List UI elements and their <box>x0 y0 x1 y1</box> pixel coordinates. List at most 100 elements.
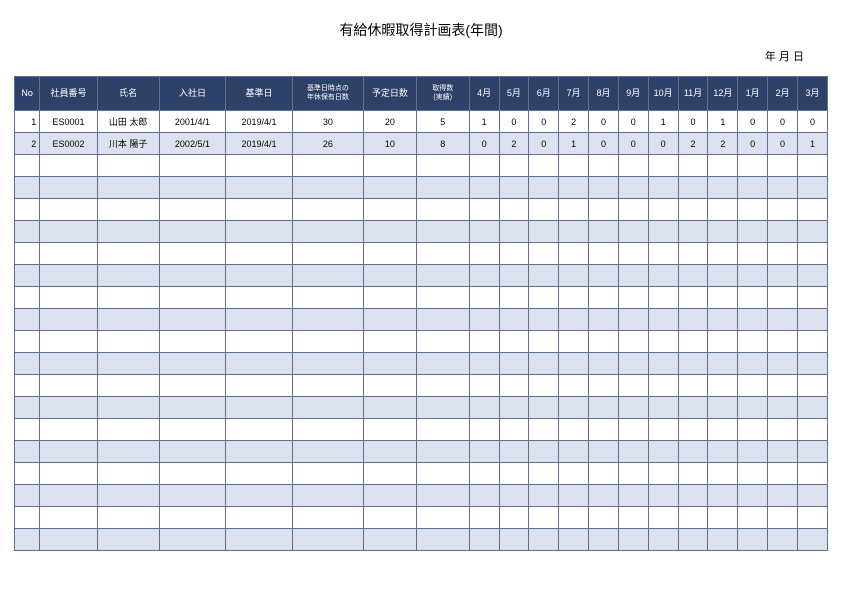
cell-month <box>738 199 768 221</box>
header-row: No 社員番号 氏名 入社日 基準日 基準日時点の年休保有日数 予定日数 取得数… <box>15 77 828 111</box>
cell-name <box>97 419 159 441</box>
cell-no <box>15 287 40 309</box>
cell-no <box>15 485 40 507</box>
col-month-7: 7月 <box>559 77 589 111</box>
cell-month <box>499 199 529 221</box>
cell-join-date <box>159 199 226 221</box>
cell-month <box>768 155 798 177</box>
cell-planned <box>364 419 417 441</box>
cell-planned <box>364 199 417 221</box>
cell-month <box>708 155 738 177</box>
cell-actual <box>416 463 469 485</box>
cell-emp-no: ES0001 <box>40 111 97 133</box>
cell-month: 2 <box>708 133 738 155</box>
cell-month <box>648 419 678 441</box>
cell-emp-no <box>40 243 97 265</box>
cell-emp-no <box>40 485 97 507</box>
cell-month <box>648 221 678 243</box>
cell-month <box>469 287 499 309</box>
table-row <box>15 441 828 463</box>
cell-month <box>797 309 827 331</box>
cell-name <box>97 287 159 309</box>
cell-month <box>797 441 827 463</box>
table-row <box>15 221 828 243</box>
cell-emp-no <box>40 419 97 441</box>
cell-no <box>15 243 40 265</box>
cell-month <box>589 507 619 529</box>
cell-month <box>529 441 559 463</box>
cell-month: 2 <box>559 111 589 133</box>
cell-emp-no <box>40 221 97 243</box>
cell-month: 1 <box>648 111 678 133</box>
cell-month <box>678 463 708 485</box>
cell-base-date <box>226 353 293 375</box>
cell-no <box>15 265 40 287</box>
cell-month <box>529 265 559 287</box>
cell-planned <box>364 265 417 287</box>
cell-month <box>797 265 827 287</box>
cell-planned <box>364 397 417 419</box>
table-row <box>15 397 828 419</box>
cell-holding <box>292 419 363 441</box>
cell-month <box>678 397 708 419</box>
cell-month <box>529 485 559 507</box>
cell-month <box>797 177 827 199</box>
cell-month <box>708 199 738 221</box>
cell-month <box>499 419 529 441</box>
cell-month <box>678 243 708 265</box>
cell-holding <box>292 199 363 221</box>
cell-month <box>797 221 827 243</box>
cell-month <box>738 177 768 199</box>
cell-month <box>768 243 798 265</box>
cell-month <box>768 397 798 419</box>
cell-month <box>738 265 768 287</box>
cell-base-date <box>226 331 293 353</box>
cell-month <box>678 507 708 529</box>
cell-month: 0 <box>589 111 619 133</box>
cell-planned <box>364 353 417 375</box>
cell-month <box>559 309 589 331</box>
cell-month <box>738 397 768 419</box>
cell-month <box>529 397 559 419</box>
cell-month <box>499 353 529 375</box>
cell-month <box>797 199 827 221</box>
cell-month <box>529 221 559 243</box>
cell-base-date: 2019/4/1 <box>226 111 293 133</box>
cell-month: 0 <box>469 133 499 155</box>
cell-month <box>618 485 648 507</box>
cell-no <box>15 397 40 419</box>
cell-join-date: 2001/4/1 <box>159 111 226 133</box>
cell-join-date <box>159 309 226 331</box>
cell-month <box>589 463 619 485</box>
cell-month <box>738 529 768 551</box>
cell-month <box>708 287 738 309</box>
cell-name <box>97 353 159 375</box>
cell-base-date <box>226 265 293 287</box>
cell-emp-no <box>40 353 97 375</box>
cell-name <box>97 485 159 507</box>
table-row <box>15 155 828 177</box>
cell-month <box>499 507 529 529</box>
cell-month <box>559 485 589 507</box>
cell-base-date <box>226 463 293 485</box>
cell-planned: 10 <box>364 133 417 155</box>
cell-month <box>797 287 827 309</box>
cell-no <box>15 375 40 397</box>
cell-month <box>618 353 648 375</box>
cell-actual <box>416 331 469 353</box>
cell-month <box>499 463 529 485</box>
cell-join-date <box>159 243 226 265</box>
cell-holding <box>292 331 363 353</box>
cell-holding <box>292 155 363 177</box>
cell-month <box>559 353 589 375</box>
cell-actual <box>416 353 469 375</box>
cell-month <box>738 507 768 529</box>
cell-month <box>469 353 499 375</box>
cell-name <box>97 199 159 221</box>
cell-no <box>15 331 40 353</box>
cell-month <box>738 463 768 485</box>
cell-emp-no <box>40 331 97 353</box>
cell-month <box>469 441 499 463</box>
cell-month <box>499 265 529 287</box>
cell-month <box>797 353 827 375</box>
